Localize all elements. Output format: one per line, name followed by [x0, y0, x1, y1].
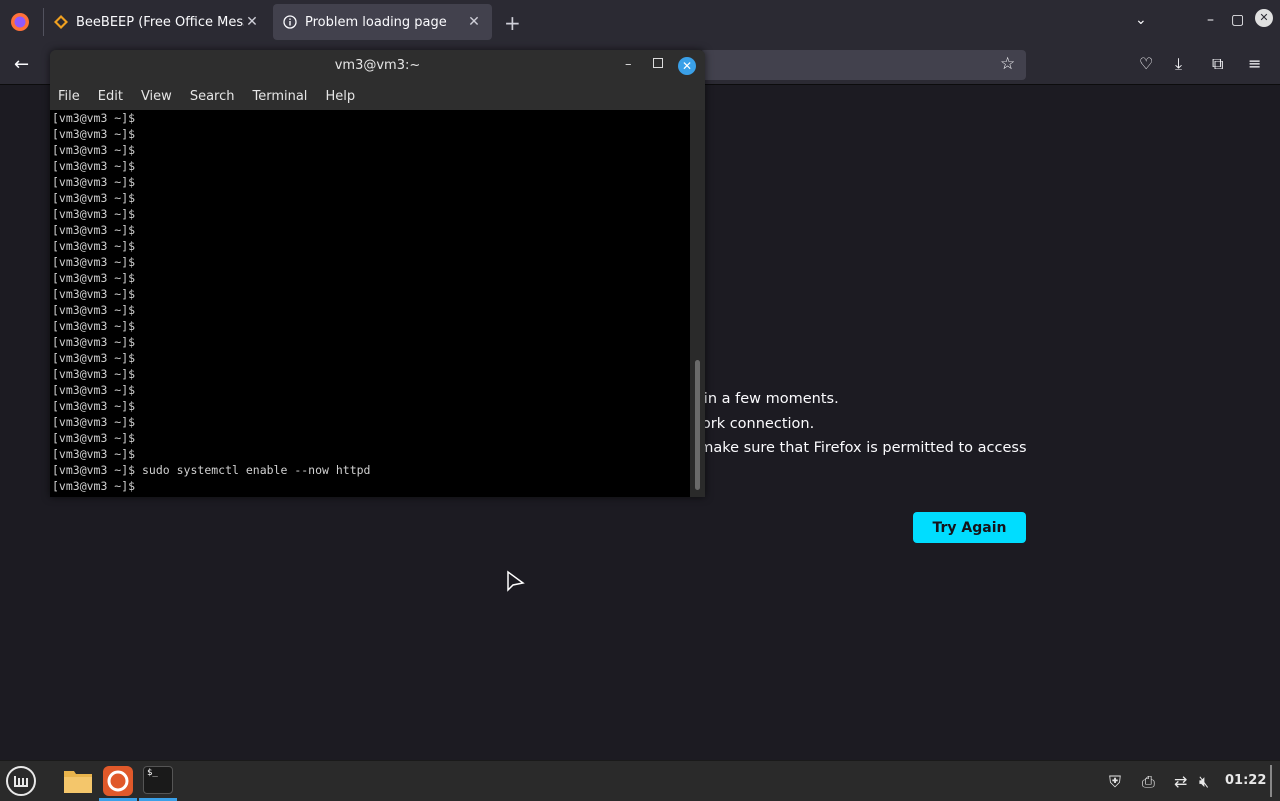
taskbar-files[interactable]: [59, 761, 97, 801]
browser-tab-bar: BeeBEEP (Free Office Messa ✕ Problem loa…: [0, 0, 1280, 44]
folder-icon: [64, 771, 92, 793]
terminal-line: [vm3@vm3 ~]$: [52, 175, 136, 189]
close-tab-icon[interactable]: ✕: [244, 14, 260, 30]
firefox-logo-icon[interactable]: [10, 12, 30, 32]
terminal-line: [vm3@vm3 ~]$: [52, 367, 136, 381]
terminal-line: [vm3@vm3 ~]$: [52, 319, 136, 333]
terminal-line: [vm3@vm3 ~]$: [52, 207, 136, 221]
terminal-line: [vm3@vm3 ~]$: [52, 255, 136, 269]
terminal-title: vm3@vm3:~: [50, 50, 705, 82]
scrollbar-thumb[interactable]: [695, 360, 700, 490]
downloads-icon[interactable]: ⤓: [1175, 54, 1182, 74]
error-text-line: , make sure that Firefox is permitted to…: [690, 440, 1027, 456]
firefox-app-icon: [103, 766, 133, 796]
menu-search[interactable]: Search: [190, 89, 235, 104]
terminal-line: [vm3@vm3 ~]$: [52, 447, 136, 461]
tab-label: Problem loading page: [305, 14, 447, 30]
list-all-tabs-icon[interactable]: ⌄: [1135, 12, 1147, 28]
terminal-app-icon: $_: [143, 766, 173, 794]
mint-menu-icon[interactable]: [5, 765, 37, 797]
terminal-line: [vm3@vm3 ~]$: [52, 159, 136, 173]
close-tab-icon[interactable]: ✕: [466, 14, 482, 30]
terminal-line: [vm3@vm3 ~]$: [52, 223, 136, 237]
info-icon: [283, 15, 297, 29]
terminal-menu-bar: File Edit View Search Terminal Help: [50, 82, 705, 110]
shield-icon[interactable]: ⛨: [1109, 772, 1121, 792]
terminal-line: [vm3@vm3 ~]$: [52, 143, 136, 157]
new-tab-icon[interactable]: +: [504, 11, 521, 35]
terminal-close-icon[interactable]: ✕: [678, 57, 696, 75]
volume-muted-icon[interactable]: 🔇︎: [1199, 772, 1209, 792]
terminal-line: [vm3@vm3 ~]$ sudo systemctl enable --now…: [52, 463, 371, 477]
taskbar-firefox[interactable]: [99, 761, 137, 801]
pocket-icon[interactable]: ♡: [1139, 54, 1153, 73]
terminal-line: [vm3@vm3 ~]$: [52, 383, 136, 397]
menu-icon[interactable]: ≡: [1248, 54, 1261, 73]
beebeep-icon: [54, 15, 68, 29]
terminal-line: [vm3@vm3 ~]$: [52, 271, 136, 285]
extensions-icon[interactable]: ⧉: [1212, 54, 1223, 74]
back-arrow-icon[interactable]: ←: [14, 54, 29, 75]
terminal-line: [vm3@vm3 ~]$: [52, 415, 136, 429]
menu-view[interactable]: View: [141, 89, 172, 104]
menu-help[interactable]: Help: [325, 89, 355, 104]
url-bar[interactable]: [700, 50, 1026, 80]
terminal-window[interactable]: vm3@vm3:~ – ✕ File Edit View Search Term…: [50, 50, 705, 497]
terminal-line: [vm3@vm3 ~]$: [52, 479, 136, 493]
bookmark-star-icon[interactable]: ☆: [1000, 54, 1015, 74]
menu-edit[interactable]: Edit: [98, 89, 123, 104]
tab-problem-loading[interactable]: Problem loading page ✕: [273, 4, 492, 40]
terminal-line: [vm3@vm3 ~]$: [52, 303, 136, 317]
taskbar-terminal[interactable]: $_: [139, 761, 177, 801]
clock[interactable]: 01:22: [1225, 773, 1266, 788]
terminal-line: [vm3@vm3 ~]$: [52, 287, 136, 301]
maximize-icon[interactable]: ▢: [1231, 12, 1244, 28]
tab-beebeep[interactable]: BeeBEEP (Free Office Messa ✕: [44, 4, 270, 40]
menu-terminal[interactable]: Terminal: [252, 89, 307, 104]
menu-file[interactable]: File: [58, 89, 80, 104]
error-text-line: work connection.: [690, 416, 815, 432]
terminal-maximize-icon[interactable]: [653, 58, 663, 68]
tab-label: BeeBEEP (Free Office Messa: [76, 14, 244, 30]
taskbar: $_ ⛨ ⎙ ⇄ 🔇︎ 01:22: [0, 760, 1280, 801]
terminal-minimize-icon[interactable]: –: [625, 57, 632, 72]
terminal-line: [vm3@vm3 ~]$: [52, 127, 136, 141]
terminal-line: [vm3@vm3 ~]$: [52, 111, 136, 125]
terminal-line: [vm3@vm3 ~]$: [52, 399, 136, 413]
terminal-line: [vm3@vm3 ~]$: [52, 335, 136, 349]
printer-icon[interactable]: ⎙: [1142, 772, 1155, 792]
terminal-line: [vm3@vm3 ~]$: [52, 239, 136, 253]
minimize-icon[interactable]: –: [1207, 12, 1214, 28]
mouse-cursor-icon: [507, 570, 525, 592]
close-window-icon[interactable]: ✕: [1255, 9, 1273, 27]
terminal-line: [vm3@vm3 ~]$: [52, 431, 136, 445]
network-icon[interactable]: ⇄: [1174, 772, 1187, 791]
terminal-line: [vm3@vm3 ~]$: [52, 191, 136, 205]
terminal-scrollbar[interactable]: [690, 110, 705, 497]
terminal-output[interactable]: [vm3@vm3 ~]$ [vm3@vm3 ~]$ [vm3@vm3 ~]$ […: [50, 110, 690, 497]
try-again-button[interactable]: Try Again: [913, 512, 1026, 543]
show-desktop-handle[interactable]: [1270, 765, 1272, 797]
terminal-line: [vm3@vm3 ~]$: [52, 351, 136, 365]
error-text-line: n in a few moments.: [690, 391, 839, 407]
